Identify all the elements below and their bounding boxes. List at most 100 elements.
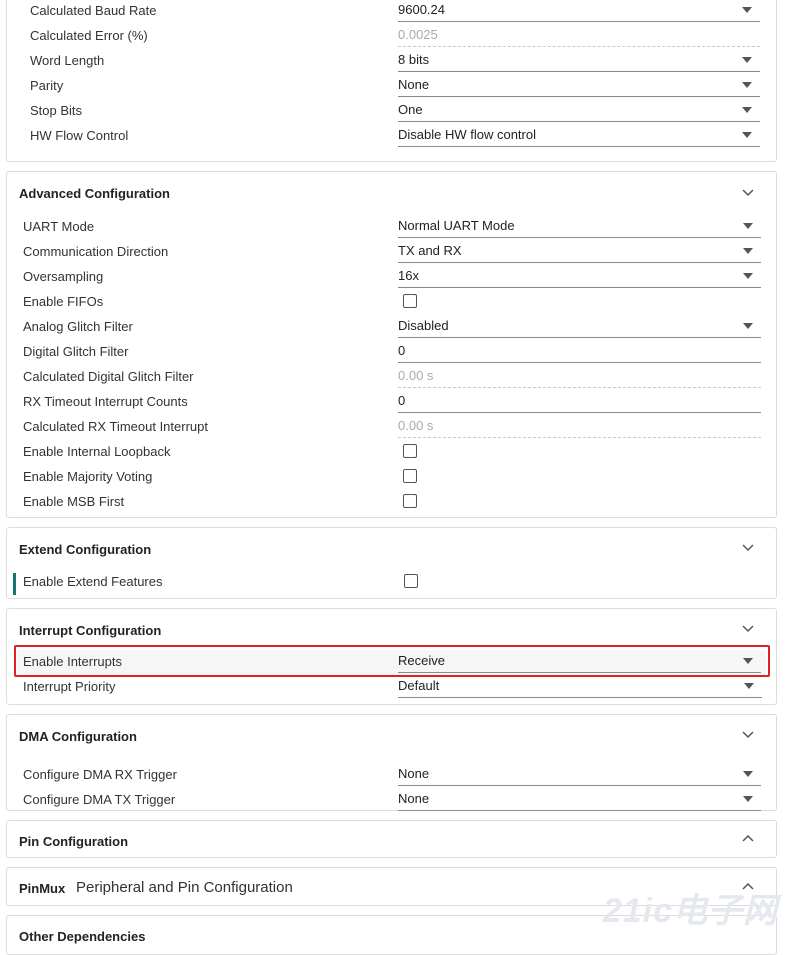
interrupt-priority-select[interactable]: Default (398, 677, 762, 698)
value: 8 bits (398, 52, 430, 67)
stop-bits-select[interactable]: One (398, 101, 760, 122)
row-calculated-baud-rate: Calculated Baud Rate 9600.24 (7, 0, 776, 24)
hw-flow-control-select[interactable]: Disable HW flow control (398, 126, 760, 147)
value: Disable HW flow control (398, 127, 536, 142)
value: 0 (398, 343, 406, 358)
label: Digital Glitch Filter (23, 344, 129, 359)
chevron-down-icon[interactable] (740, 620, 756, 636)
label: Enable Internal Loopback (23, 444, 171, 459)
panel-title: PinMux (19, 881, 66, 896)
row-parity: Parity None (7, 74, 776, 99)
row-dma-rx-trigger: Configure DMA RX Trigger None (7, 763, 776, 788)
chevron-down-icon[interactable] (740, 726, 756, 742)
enable-fifos-checkbox[interactable] (403, 294, 417, 308)
label: Enable Majority Voting (23, 469, 153, 484)
value: None (398, 766, 430, 781)
enable-msb-first-checkbox[interactable] (403, 494, 417, 508)
enable-internal-loopback-checkbox[interactable] (403, 444, 417, 458)
panel-title: Interrupt Configuration (19, 623, 162, 638)
highlight-annotation-box (14, 645, 770, 677)
row-calculated-error: Calculated Error (%) 0.0025 (7, 24, 776, 49)
panel-title: DMA Configuration (19, 729, 137, 744)
uart-mode-select[interactable]: Normal UART Mode (398, 217, 761, 238)
label: RX Timeout Interrupt Counts (23, 394, 188, 409)
row-calculated-rx-timeout-interrupt: Calculated RX Timeout Interrupt 0.00 s (7, 415, 776, 440)
value: 0.00 s (398, 418, 434, 433)
value: One (398, 102, 423, 117)
value: Normal UART Mode (398, 218, 515, 233)
digital-glitch-filter-input[interactable]: 0 (398, 342, 761, 363)
row-word-length: Word Length 8 bits (7, 49, 776, 74)
label: Stop Bits (30, 103, 83, 118)
label: Word Length (30, 53, 105, 68)
row-enable-msb-first: Enable MSB First (7, 490, 776, 515)
parity-select[interactable]: None (398, 76, 760, 97)
label: Calculated Error (%) (30, 28, 148, 43)
label: Analog Glitch Filter (23, 319, 133, 334)
caret-down-icon (742, 132, 752, 138)
dma-config-panel: DMA Configuration Configure DMA RX Trigg… (6, 714, 777, 811)
panel-title: Pin Configuration (19, 834, 129, 849)
pin-config-panel[interactable]: Pin Configuration (6, 820, 777, 858)
label: Enable Extend Features (23, 574, 163, 589)
row-communication-direction: Communication Direction TX and RX (7, 240, 776, 265)
chevron-up-icon[interactable] (740, 831, 756, 847)
caret-down-icon (742, 107, 752, 113)
watermark-logo: 21ic电子网 (602, 892, 778, 930)
value: 16x (398, 268, 419, 283)
calculated-baud-rate-select[interactable]: 9600.24 (398, 1, 760, 22)
value: None (398, 791, 430, 806)
row-stop-bits: Stop Bits One (7, 99, 776, 124)
row-hw-flow-control: HW Flow Control Disable HW flow control (7, 124, 776, 149)
selection-indicator (13, 573, 16, 595)
label: Enable FIFOs (23, 294, 104, 309)
caret-down-icon (744, 683, 754, 689)
row-uart-mode: UART Mode Normal UART Mode (7, 215, 776, 240)
caret-down-icon (743, 273, 753, 279)
word-length-select[interactable]: 8 bits (398, 51, 760, 72)
label: Interrupt Priority (23, 679, 116, 694)
row-interrupt-priority: Interrupt Priority Default (7, 675, 776, 700)
calculated-error-field: 0.0025 (398, 26, 760, 47)
value: 9600.24 (398, 2, 445, 17)
label: Calculated Digital Glitch Filter (23, 369, 194, 384)
chevron-down-icon[interactable] (740, 184, 756, 200)
panel-title: Advanced Configuration (19, 186, 170, 201)
label: Oversampling (23, 269, 104, 284)
label: Calculated RX Timeout Interrupt (23, 419, 208, 434)
calculated-digital-glitch-filter-field: 0.00 s (398, 367, 761, 388)
calculated-rx-timeout-interrupt-field: 0.00 s (398, 417, 761, 438)
panel-subtitle: Peripheral and Pin Configuration (76, 879, 293, 896)
value: 0.0025 (398, 27, 438, 42)
row-digital-glitch-filter: Digital Glitch Filter 0 (7, 340, 776, 365)
analog-glitch-filter-select[interactable]: Disabled (398, 317, 761, 338)
row-dma-tx-trigger: Configure DMA TX Trigger None (7, 788, 776, 813)
extend-config-panel: Extend Configuration Enable Extend Featu… (6, 527, 777, 599)
row-enable-extend-features: Enable Extend Features (7, 570, 776, 595)
value: 0.00 s (398, 368, 434, 383)
row-analog-glitch-filter: Analog Glitch Filter Disabled (7, 315, 776, 340)
value: 0 (398, 393, 406, 408)
caret-down-icon (743, 223, 753, 229)
caret-down-icon (742, 7, 752, 13)
value: Default (398, 678, 440, 693)
caret-down-icon (742, 57, 752, 63)
panel-title: Other Dependencies (19, 929, 146, 944)
rx-timeout-interrupt-counts-input[interactable]: 0 (398, 392, 761, 413)
label: Parity (30, 78, 64, 93)
chevron-down-icon[interactable] (740, 539, 756, 555)
label: Enable MSB First (23, 494, 125, 509)
row-oversampling: Oversampling 16x (7, 265, 776, 290)
label: HW Flow Control (30, 128, 129, 143)
oversampling-select[interactable]: 16x (398, 267, 761, 288)
communication-direction-select[interactable]: TX and RX (398, 242, 761, 263)
dma-tx-trigger-select[interactable]: None (398, 790, 761, 811)
caret-down-icon (742, 82, 752, 88)
row-enable-majority-voting: Enable Majority Voting (7, 465, 776, 490)
enable-majority-voting-checkbox[interactable] (403, 469, 417, 483)
advanced-config-panel: Advanced Configuration UART Mode Normal … (6, 171, 777, 518)
caret-down-icon (743, 248, 753, 254)
value: None (398, 77, 430, 92)
enable-extend-features-checkbox[interactable] (404, 574, 418, 588)
dma-rx-trigger-select[interactable]: None (398, 765, 761, 786)
